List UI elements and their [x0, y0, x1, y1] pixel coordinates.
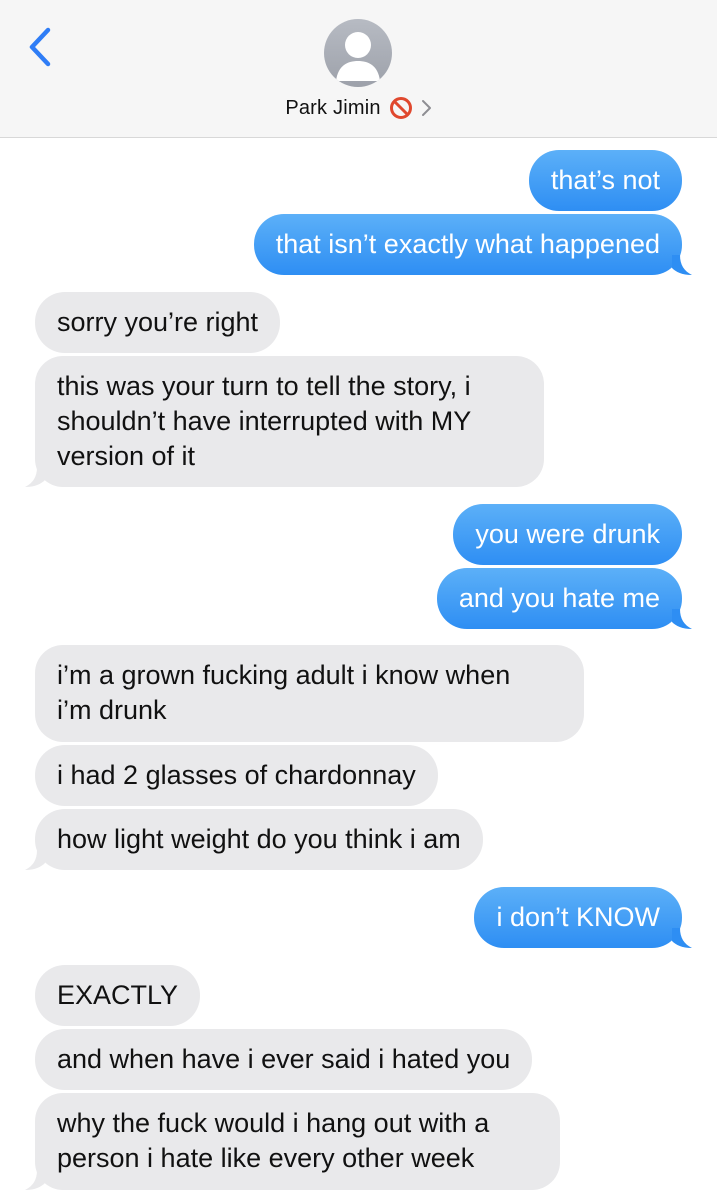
- sent-message-bubble[interactable]: i don’t KNOW: [474, 887, 682, 948]
- message-line: i’m drunk: [57, 695, 167, 725]
- message-line: sorry you’re right: [57, 307, 259, 337]
- received-message-bubble[interactable]: i’m a grown fucking adult i know when i’…: [35, 645, 584, 742]
- message-line: person i hate like every other week: [57, 1143, 475, 1173]
- sent-message-bubble[interactable]: that isn’t exactly what happened: [253, 214, 682, 275]
- contact-name: Park Jimin: [285, 96, 381, 119]
- message-line: EXACTLY: [57, 980, 179, 1010]
- sent-bubble-tail: [672, 609, 692, 629]
- message-line: i’m a grown fucking adult i know when: [57, 660, 511, 690]
- received-message-bubble[interactable]: i had 2 glasses of chardonnay: [35, 745, 438, 806]
- sent-message-bubble[interactable]: you were drunk: [453, 504, 682, 565]
- received-message-bubble[interactable]: sorry you’re right: [35, 292, 281, 353]
- conversation-header: Park Jimin: [0, 0, 717, 138]
- received-message-bubble[interactable]: this was your turn to tell the story, i …: [35, 356, 544, 487]
- message-line: and when have i ever said i hated you: [57, 1044, 511, 1074]
- message-line: i had 2 glasses of chardonnay: [57, 760, 416, 790]
- chevron-left-icon: [29, 27, 51, 67]
- message-line: you were drunk: [475, 519, 660, 549]
- sent-bubble-tail: [672, 255, 692, 275]
- message-line: why the fuck would i hang out with a: [57, 1108, 490, 1138]
- received-message-bubble[interactable]: and when have i ever said i hated you: [35, 1029, 533, 1090]
- message-line: that’s not: [550, 165, 660, 195]
- sent-message-bubble[interactable]: that’s not: [528, 150, 682, 211]
- received-bubble-tail: [25, 467, 45, 487]
- back-button[interactable]: [26, 26, 56, 68]
- contact-info[interactable]: Park Jimin: [0, 94, 717, 122]
- received-bubble-tail: [25, 1170, 45, 1190]
- received-message-bubble[interactable]: how light weight do you think i am: [35, 809, 483, 870]
- received-message-bubble[interactable]: EXACTLY: [35, 965, 201, 1026]
- person-icon: [336, 32, 380, 81]
- received-bubble-tail: [25, 850, 45, 870]
- sent-message-bubble[interactable]: and you hate me: [436, 568, 682, 629]
- blocked-icon: [389, 97, 412, 119]
- sent-bubble-tail: [672, 928, 692, 948]
- message-line: this was your turn to tell the story, i: [57, 371, 471, 401]
- message-line: and you hate me: [458, 583, 660, 613]
- chevron-right-icon: [421, 100, 431, 116]
- message-line: that isn’t exactly what happened: [275, 229, 660, 259]
- message-line: shouldn’t have interrupted with MY: [57, 406, 472, 436]
- message-line: i don’t KNOW: [496, 902, 660, 932]
- received-message-bubble[interactable]: why the fuck would i hang out with a per…: [35, 1093, 560, 1190]
- avatar[interactable]: [324, 19, 392, 87]
- message-line: how light weight do you think i am: [57, 824, 461, 854]
- message-line: version of it: [57, 441, 196, 471]
